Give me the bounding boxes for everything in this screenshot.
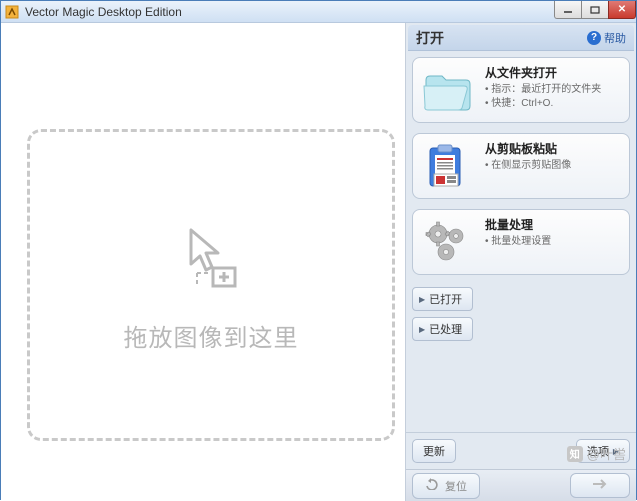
card-title: 批量处理 bbox=[485, 216, 623, 233]
card-line: • 批量处理设置 bbox=[485, 235, 623, 249]
card-batch-process[interactable]: 批量处理 • 批量处理设置 bbox=[412, 209, 630, 275]
window-controls: ✕ bbox=[555, 1, 636, 19]
card-title: 从文件夹打开 bbox=[485, 64, 623, 81]
bottom-bar: 复位 bbox=[406, 469, 636, 501]
folder-icon bbox=[419, 64, 477, 116]
next-button[interactable] bbox=[570, 473, 630, 498]
clipboard-icon bbox=[419, 140, 477, 192]
card-line: • 快捷：Ctrl+O. bbox=[485, 97, 623, 111]
card-body: 从文件夹打开 • 指示：最近打开的文件夹 • 快捷：Ctrl+O. bbox=[485, 64, 623, 116]
panel-header: 打开 ? 帮助 bbox=[408, 25, 634, 51]
card-title: 从剪贴板粘贴 bbox=[485, 140, 623, 157]
titlebar: Vector Magic Desktop Edition ✕ bbox=[1, 1, 636, 23]
undo-icon bbox=[425, 478, 439, 493]
triangle-right-icon: ▶ bbox=[419, 295, 425, 304]
processed-label: 已处理 bbox=[429, 321, 462, 337]
watermark: 知 @叶喾 bbox=[567, 444, 626, 463]
card-line: • 指示：最近打开的文件夹 bbox=[485, 83, 623, 97]
gears-icon bbox=[419, 216, 477, 268]
panel-title: 打开 bbox=[416, 28, 587, 48]
card-paste-from-clipboard[interactable]: 从剪贴板粘贴 • 在侧显示剪贴图像 bbox=[412, 133, 630, 199]
side-panel: 打开 ? 帮助 从文件夹打开 • 指示：最近打开的文件夹 • 快捷：Ctrl+O… bbox=[405, 23, 636, 501]
cursor-drop-icon bbox=[171, 218, 251, 298]
opened-label: 已打开 bbox=[429, 291, 462, 307]
drop-zone[interactable]: 拖放图像到这里 bbox=[27, 129, 395, 441]
help-icon: ? bbox=[587, 31, 601, 45]
help-label: 帮助 bbox=[604, 30, 626, 46]
app-window: Vector Magic Desktop Edition ✕ 拖放 bbox=[0, 0, 637, 500]
drop-zone-text: 拖放图像到这里 bbox=[124, 318, 299, 353]
arrow-right-icon bbox=[591, 478, 609, 493]
app-icon bbox=[5, 5, 19, 19]
undo-label: 复位 bbox=[445, 478, 467, 494]
minimize-button[interactable] bbox=[554, 1, 582, 19]
triangle-right-icon: ▶ bbox=[419, 325, 425, 334]
help-link[interactable]: ? 帮助 bbox=[587, 30, 626, 46]
card-line: • 在侧显示剪贴图像 bbox=[485, 159, 623, 173]
zhihu-icon: 知 bbox=[567, 446, 583, 462]
content-area: 拖放图像到这里 打开 ? 帮助 从文件夹打开 bbox=[1, 23, 636, 501]
processed-button[interactable]: ▶ 已处理 bbox=[412, 317, 473, 341]
opened-button[interactable]: ▶ 已打开 bbox=[412, 287, 473, 311]
close-button[interactable]: ✕ bbox=[608, 1, 636, 19]
side-buttons: ▶ 已打开 ▶ 已处理 bbox=[412, 287, 630, 347]
canvas-pane: 拖放图像到这里 bbox=[1, 23, 405, 501]
undo-button[interactable]: 复位 bbox=[412, 473, 480, 499]
maximize-button[interactable] bbox=[581, 1, 609, 19]
card-body: 从剪贴板粘贴 • 在侧显示剪贴图像 bbox=[485, 140, 623, 192]
card-body: 批量处理 • 批量处理设置 bbox=[485, 216, 623, 268]
card-open-from-folder[interactable]: 从文件夹打开 • 指示：最近打开的文件夹 • 快捷：Ctrl+O. bbox=[412, 57, 630, 123]
update-button[interactable]: 更新 bbox=[412, 439, 456, 463]
watermark-text: @叶喾 bbox=[587, 444, 626, 463]
window-title: Vector Magic Desktop Edition bbox=[25, 5, 632, 19]
